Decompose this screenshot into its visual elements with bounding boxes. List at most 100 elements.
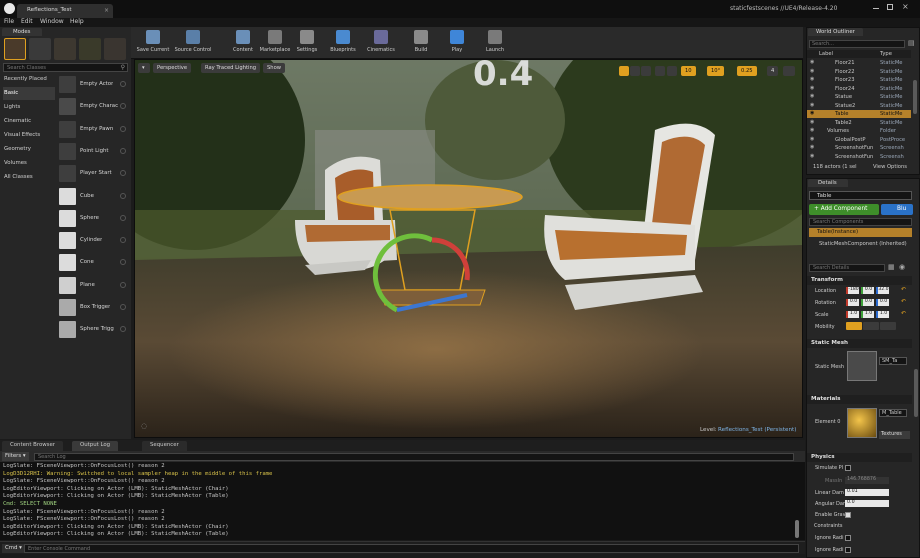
menu-window[interactable]: Window bbox=[40, 18, 64, 25]
camera-speed-value[interactable]: 4 bbox=[767, 66, 779, 76]
placeable-item-empty-actor[interactable]: Empty Actor bbox=[57, 74, 129, 95]
info-icon[interactable] bbox=[120, 326, 126, 333]
mobility-stationary-button[interactable] bbox=[863, 322, 879, 330]
log-scrollbar[interactable] bbox=[795, 520, 799, 538]
info-icon[interactable] bbox=[120, 281, 126, 288]
view-options-button[interactable]: View Options bbox=[873, 164, 907, 170]
mass-field[interactable]: 146.768876 bbox=[845, 477, 889, 484]
outliner-row[interactable]: ◉ Table StaticMe bbox=[807, 110, 911, 119]
outliner-settings-icon[interactable]: ▤ bbox=[908, 39, 915, 47]
visibility-eye-icon[interactable]: ◉ bbox=[810, 127, 814, 133]
outliner-row[interactable]: ◉ ScreenshotFun Screensh bbox=[807, 144, 911, 152]
placeable-item-player-start[interactable]: Player Start bbox=[57, 163, 129, 184]
tab-content-browser[interactable]: Content Browser bbox=[2, 441, 63, 451]
mobility-static-button[interactable] bbox=[846, 322, 862, 330]
lighting-mode-button[interactable]: Ray Traced Lighting bbox=[201, 63, 261, 73]
materials-section-header[interactable]: Materials bbox=[807, 395, 912, 404]
console-input-field[interactable]: Enter Console Command bbox=[24, 544, 799, 553]
info-icon[interactable] bbox=[120, 214, 126, 221]
rotate-tool-icon[interactable] bbox=[630, 66, 640, 76]
scale-snap-value[interactable]: 0.25 bbox=[737, 66, 757, 76]
visibility-eye-icon[interactable]: ◉ bbox=[810, 144, 814, 150]
ignore-radial-force-checkbox[interactable] bbox=[845, 547, 851, 553]
level-viewport[interactable]: ▾ Perspective Ray Traced Lighting Show 0… bbox=[134, 59, 803, 438]
show-button[interactable]: Show bbox=[263, 63, 285, 73]
play-button[interactable]: Play bbox=[437, 28, 477, 58]
info-icon[interactable] bbox=[120, 304, 126, 310]
log-search-input[interactable]: Search Log bbox=[38, 454, 66, 460]
cinematics-button[interactable]: Cinematics bbox=[361, 28, 401, 58]
tab-sequencer[interactable]: Sequencer bbox=[142, 441, 187, 451]
placeable-item-plane[interactable]: Plane bbox=[57, 275, 129, 296]
visibility-eye-icon[interactable]: ◉ bbox=[810, 102, 814, 108]
scale-tool-icon[interactable] bbox=[641, 66, 651, 76]
placeable-item-cylinder[interactable]: Cylinder bbox=[57, 230, 129, 251]
cmd-dropdown[interactable]: Cmd ▾ bbox=[2, 544, 25, 553]
close-window-button[interactable]: × bbox=[902, 2, 909, 11]
maximize-button[interactable] bbox=[887, 4, 893, 10]
material-thumbnail[interactable] bbox=[847, 408, 877, 438]
outliner-col-label[interactable]: Label bbox=[819, 51, 833, 57]
rotation-snap-value[interactable]: 10° bbox=[707, 66, 725, 76]
surface-snap-icon[interactable] bbox=[667, 66, 677, 76]
move-tool-icon[interactable] bbox=[619, 66, 629, 76]
outliner-col-type[interactable]: Type bbox=[880, 51, 892, 57]
scale-reset-icon[interactable]: ↶ bbox=[901, 310, 906, 317]
tab-output-log[interactable]: Output Log bbox=[72, 441, 119, 451]
outliner-search-field[interactable]: Search... bbox=[809, 40, 905, 48]
viewport-options-button[interactable]: ▾ bbox=[138, 63, 150, 73]
blueprints-button[interactable]: Blueprints bbox=[323, 28, 363, 58]
outliner-row[interactable]: ◉ Statue StaticMe bbox=[807, 93, 911, 101]
ignore-radial-impulse-checkbox[interactable] bbox=[845, 535, 851, 541]
rotation-x-field[interactable]: 0.0 bbox=[846, 299, 859, 306]
visibility-eye-icon[interactable]: ◉ bbox=[810, 59, 814, 65]
filters-button[interactable]: Filters ▾ bbox=[2, 452, 29, 461]
launch-button[interactable]: Launch bbox=[475, 28, 515, 58]
visibility-eye-icon[interactable]: ◉ bbox=[810, 93, 814, 99]
visibility-eye-icon[interactable]: ◉ bbox=[810, 136, 814, 142]
placeable-item-box-trigger[interactable]: Box Trigger bbox=[57, 297, 129, 318]
rotation-z-field[interactable]: 0.0 bbox=[876, 299, 889, 306]
static-mesh-section-header[interactable]: Static Mesh bbox=[807, 339, 912, 348]
visibility-eye-icon[interactable]: ◉ bbox=[810, 76, 814, 82]
mobility-movable-button[interactable] bbox=[880, 322, 896, 330]
scale-z-field[interactable]: 1.0 bbox=[876, 311, 889, 318]
placeable-item-sphere[interactable]: Sphere bbox=[57, 208, 129, 229]
maximize-viewport-icon[interactable] bbox=[783, 66, 795, 76]
placeable-item-empty-pawn[interactable]: Empty Pawn bbox=[57, 119, 129, 140]
outliner-search-input[interactable]: Search... bbox=[812, 41, 834, 47]
rotation-reset-icon[interactable]: ↶ bbox=[901, 298, 906, 305]
angular-damping-field[interactable]: 0.0 bbox=[845, 500, 889, 507]
info-icon[interactable] bbox=[120, 147, 126, 154]
rotation-y-field[interactable]: 0.0 bbox=[861, 299, 874, 306]
visibility-eye-icon[interactable]: ◉ bbox=[810, 68, 814, 74]
simulate-physics-checkbox[interactable] bbox=[845, 465, 851, 471]
static-mesh-dropdown[interactable]: SM_Ta bbox=[879, 357, 907, 365]
level-tab[interactable]: Reflections_Test × bbox=[17, 4, 113, 18]
outliner-row[interactable]: ◉ Volumes Folder bbox=[807, 127, 911, 135]
visibility-eye-icon[interactable]: ◉ bbox=[810, 110, 814, 116]
visibility-eye-icon[interactable]: ◉ bbox=[810, 153, 814, 159]
location-y-field[interactable]: 0.0 bbox=[861, 287, 874, 294]
outliner-row[interactable]: ◉ Floor22 StaticMe bbox=[807, 68, 911, 76]
material-dropdown[interactable]: M_Table bbox=[879, 409, 907, 417]
settings-button[interactable]: Settings bbox=[287, 28, 327, 58]
outliner-row[interactable]: ◉ Floor21 StaticMe bbox=[807, 59, 911, 67]
save-current-button[interactable]: Save Current bbox=[133, 28, 173, 58]
placeable-item-cone[interactable]: Cone bbox=[57, 252, 129, 273]
console-input[interactable]: Enter Console Command bbox=[28, 546, 90, 552]
static-mesh-thumbnail[interactable] bbox=[847, 351, 877, 381]
info-icon[interactable] bbox=[120, 81, 126, 87]
visibility-eye-icon[interactable]: ◉ bbox=[810, 85, 814, 91]
world-space-icon[interactable] bbox=[655, 66, 665, 76]
textures-dropdown[interactable]: Textures bbox=[879, 431, 910, 439]
log-search-field[interactable]: Search Log bbox=[34, 453, 794, 461]
physics-section-header[interactable]: Physics bbox=[807, 453, 912, 462]
placeable-item-sphere-trigg[interactable]: Sphere Trigg bbox=[57, 319, 129, 340]
scale-y-field[interactable]: 1.0 bbox=[861, 311, 874, 318]
perspective-button[interactable]: Perspective bbox=[153, 63, 192, 73]
linear-damping-field[interactable]: 0.01 bbox=[845, 489, 889, 496]
menu-edit[interactable]: Edit bbox=[21, 18, 33, 25]
outliner-row[interactable]: ◉ ScreenshotFun Screensh bbox=[807, 153, 911, 161]
outliner-row[interactable]: ◉ Floor24 StaticMe bbox=[807, 85, 911, 93]
